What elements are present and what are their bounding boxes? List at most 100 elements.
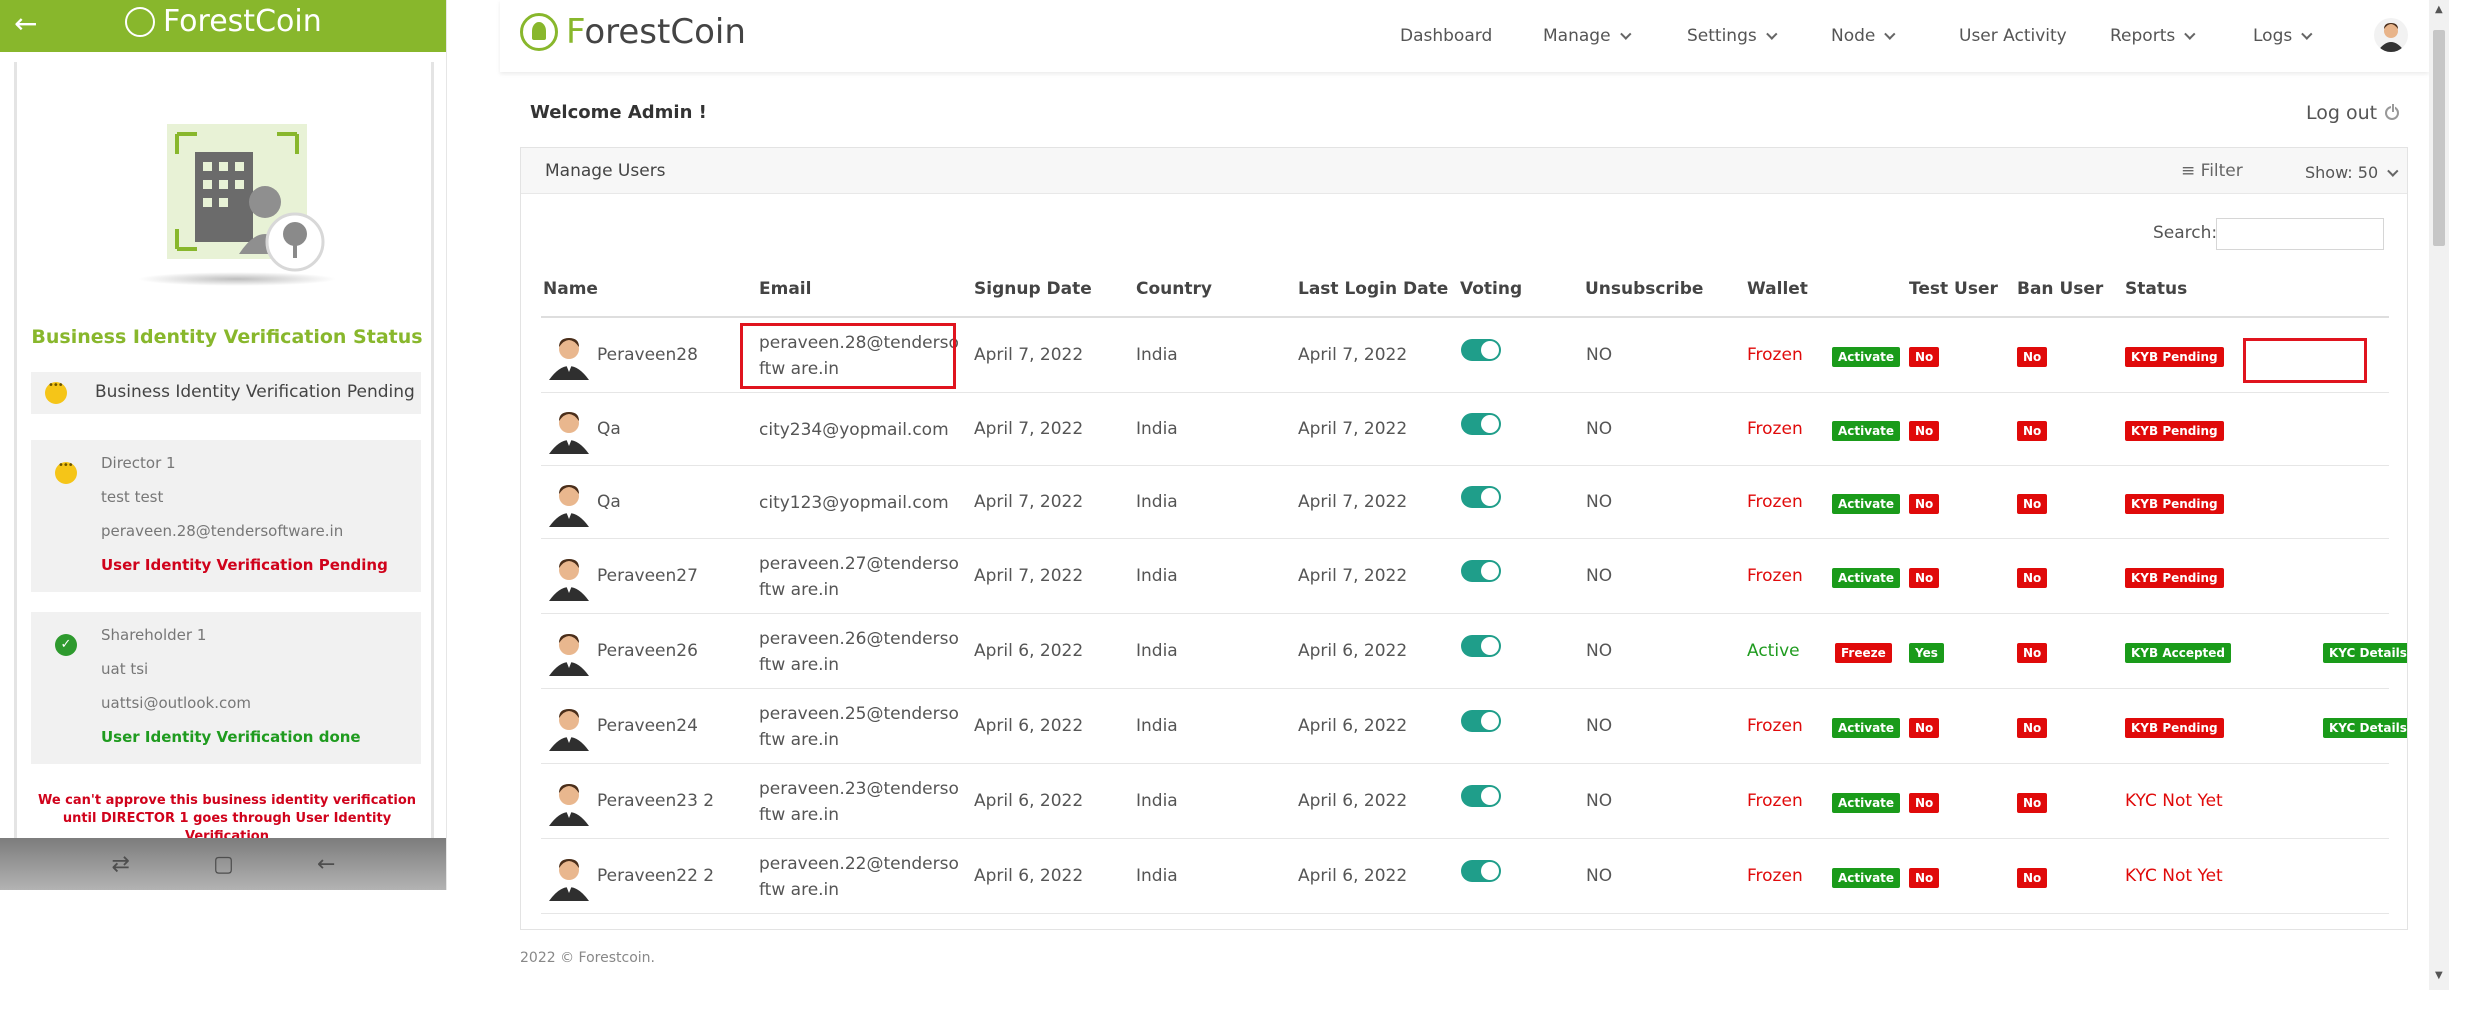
highlight-email-box (740, 323, 956, 389)
shareholder-email: uattsi@outlook.com (101, 694, 252, 712)
wallet-status: Frozen (1747, 418, 1803, 439)
col-name[interactable]: Name (543, 279, 598, 299)
status-badge[interactable]: KYB Accepted (2125, 642, 2232, 663)
signup-date: April 6, 2022 (974, 865, 1084, 886)
ban-user-badge[interactable]: No (2017, 346, 2048, 367)
back-icon[interactable]: ← (317, 852, 335, 877)
brand-logo[interactable]: ForestCoin (520, 12, 746, 52)
home-icon[interactable]: ▢ (213, 852, 234, 877)
test-user-badge[interactable]: No (1909, 867, 1940, 888)
voting-toggle[interactable] (1461, 784, 1501, 807)
wallet-action-button[interactable]: Freeze (1835, 642, 1892, 663)
wallet-action-button[interactable]: Activate (1832, 493, 1901, 514)
col-test-user[interactable]: Test User (1909, 279, 1998, 299)
wallet-action-button[interactable]: Activate (1832, 567, 1901, 588)
mobile-preview: ← ForestCoin Business Identity Verificat… (0, 0, 447, 890)
user-name[interactable]: Peraveen26 (597, 641, 698, 661)
ban-user-badge[interactable]: No (2017, 717, 2048, 738)
chevron-down-icon (1765, 28, 1778, 40)
table-row: Peraveen23 2 peraveen.23@tendersoftw are.… (541, 764, 2389, 839)
business-pending-box: Business Identity Verification Pending (31, 372, 421, 414)
status-text: KYC Not Yet (2125, 865, 2223, 886)
nav-settings[interactable]: Settings (1687, 26, 1778, 46)
test-user-badge[interactable]: No (1909, 717, 1940, 738)
kyc-details-button[interactable]: KYC Details (2323, 717, 2407, 738)
ban-user-badge[interactable]: No (2017, 642, 2048, 663)
user-avatar-icon (545, 778, 593, 826)
user-name[interactable]: Peraveen27 (597, 566, 698, 586)
test-user-badge[interactable]: No (1909, 346, 1940, 367)
voting-toggle[interactable] (1461, 485, 1501, 508)
col-signup-date[interactable]: Signup Date (974, 279, 1092, 299)
nav-dashboard[interactable]: Dashboard (1400, 26, 1492, 46)
scrollbar-thumb[interactable] (2433, 30, 2445, 246)
nav-manage[interactable]: Manage (1543, 26, 1632, 46)
user-avatar[interactable] (2374, 18, 2408, 52)
recent-apps-icon[interactable]: ⇄ (112, 852, 130, 877)
page-scrollbar[interactable]: ▲ ▼ (2429, 0, 2449, 990)
user-name[interactable]: Peraveen22 2 (597, 866, 714, 886)
status-badge[interactable]: KYB Pending (2125, 493, 2224, 514)
mobile-brand-text: ForestCoin (163, 4, 322, 39)
ban-user-badge[interactable]: No (2017, 420, 2048, 441)
user-name[interactable]: Peraveen28 (597, 345, 698, 365)
wallet-action-button[interactable]: Activate (1832, 792, 1901, 813)
director-box: Director 1 test test peraveen.28@tenders… (31, 440, 421, 592)
show-select[interactable]: Show: 50 (2305, 163, 2399, 182)
status-badge[interactable]: KYB Pending (2125, 420, 2224, 441)
status-badge[interactable]: KYB Pending (2125, 346, 2224, 367)
nav-node[interactable]: Node (1831, 26, 1896, 46)
nav-node-label: Node (1831, 26, 1876, 46)
wallet-action-button[interactable]: Activate (1832, 867, 1901, 888)
col-email[interactable]: Email (759, 279, 811, 299)
signup-date: April 7, 2022 (974, 565, 1084, 586)
search-input[interactable] (2216, 218, 2384, 250)
shareholder-box: ✓ Shareholder 1 uat tsi uattsi@outlook.c… (31, 612, 421, 764)
status-badge[interactable]: KYB Pending (2125, 567, 2224, 588)
nav-reports[interactable]: Reports (2110, 26, 2196, 46)
test-user-badge[interactable]: No (1909, 420, 1940, 441)
director-name: test test (101, 488, 164, 506)
user-name[interactable]: Peraveen23 2 (597, 791, 714, 811)
filter-button[interactable]: ≡ Filter (2181, 161, 2243, 181)
user-email: peraveen.26@tendersoftw are.in (759, 628, 959, 675)
voting-toggle[interactable] (1461, 859, 1501, 882)
col-voting[interactable]: Voting (1460, 279, 1522, 299)
ban-user-badge[interactable]: No (2017, 493, 2048, 514)
col-wallet[interactable]: Wallet (1747, 279, 1808, 299)
col-ban-user[interactable]: Ban User (2017, 279, 2103, 299)
voting-toggle[interactable] (1461, 412, 1501, 435)
voting-toggle[interactable] (1461, 559, 1501, 582)
col-country[interactable]: Country (1136, 279, 1212, 299)
wallet-status: Active (1747, 640, 1800, 661)
voting-toggle[interactable] (1461, 634, 1501, 657)
last-login-date: April 6, 2022 (1298, 865, 1408, 886)
user-name[interactable]: Qa (597, 492, 621, 512)
test-user-badge[interactable]: No (1909, 792, 1940, 813)
voting-toggle[interactable] (1461, 338, 1501, 361)
ban-user-badge[interactable]: No (2017, 867, 2048, 888)
wallet-action-button[interactable]: Activate (1832, 346, 1901, 367)
col-status[interactable]: Status (2125, 279, 2187, 299)
kyc-details-button[interactable]: KYC Details (2323, 642, 2407, 663)
test-user-badge[interactable]: No (1909, 567, 1940, 588)
voting-toggle[interactable] (1461, 709, 1501, 732)
ban-user-badge[interactable]: No (2017, 567, 2048, 588)
wallet-action-button[interactable]: Activate (1832, 717, 1901, 738)
col-unsubscribe[interactable]: Unsubscribe (1585, 279, 1703, 299)
nav-logs[interactable]: Logs (2253, 26, 2313, 46)
test-user-badge[interactable]: Yes (1909, 642, 1944, 663)
wallet-action-button[interactable]: Activate (1832, 420, 1901, 441)
user-name[interactable]: Peraveen24 (597, 716, 698, 736)
logout-button[interactable]: Log out (2306, 102, 2400, 124)
test-user-badge[interactable]: No (1909, 493, 1940, 514)
scroll-up-icon[interactable]: ▲ (2435, 4, 2443, 15)
scroll-down-icon[interactable]: ▼ (2435, 970, 2443, 981)
ban-user-badge[interactable]: No (2017, 792, 2048, 813)
user-name[interactable]: Qa (597, 419, 621, 439)
last-login-date: April 6, 2022 (1298, 640, 1408, 661)
arrow-left-icon[interactable]: ← (14, 8, 37, 40)
nav-user-activity[interactable]: User Activity (1959, 26, 2067, 46)
col-last-login[interactable]: Last Login Date (1298, 279, 1448, 299)
status-badge[interactable]: KYB Pending (2125, 717, 2224, 738)
